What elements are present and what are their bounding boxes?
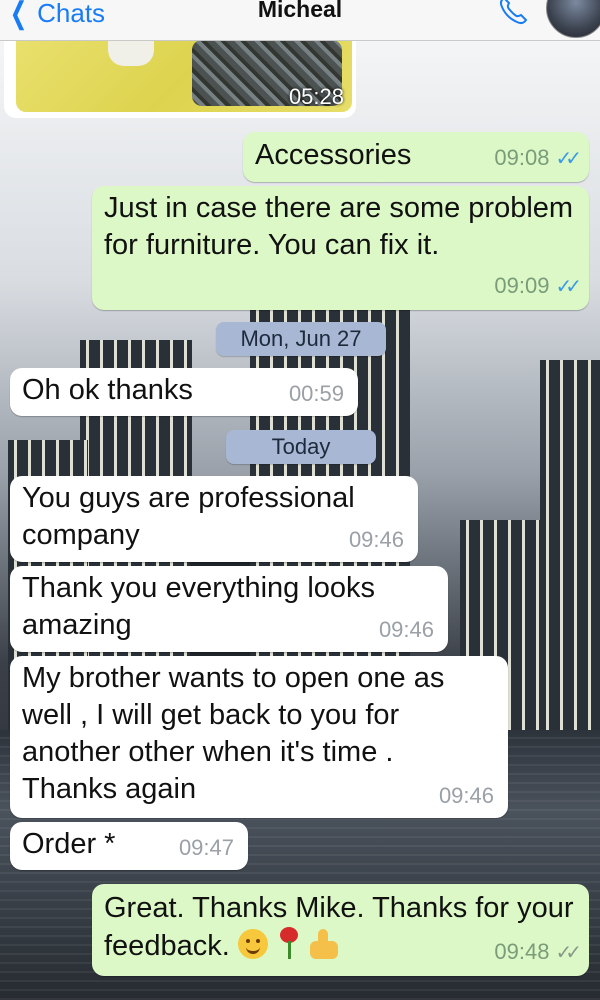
outgoing-message[interactable]: Great. Thanks Mike. Thanks for your feed… [92,884,589,976]
delivered-ticks-icon: ✓✓ [555,942,581,964]
image-message[interactable]: 05:28 [4,40,356,118]
message-time: 09:46 [378,617,434,642]
incoming-message[interactable]: Order * 09:47 [10,822,248,870]
date-separator: Mon, Jun 27 [216,322,386,356]
message-time: 09:08 ✓✓ [494,139,581,178]
message-time: 09:46 [348,527,404,552]
read-ticks-icon: ✓✓ [555,276,581,298]
message-time: 09:48 ✓✓ [494,933,581,972]
outgoing-message[interactable]: Just in case there are some problem for … [92,186,589,310]
chat-header: ❮ Chats Micheal [0,0,600,41]
message-time: 09:09 ✓✓ [494,267,581,306]
thumbs-up-emoji [309,929,338,959]
message-time-text: 09:48 [494,939,550,964]
message-time-text: 09:09 [494,273,550,298]
incoming-message[interactable]: My brother wants to open one as well , I… [10,656,508,818]
message-time-text: 09:08 [494,145,550,170]
incoming-message[interactable]: Thank you everything looks amazing 09:46 [10,566,448,652]
photo-cup [108,40,154,66]
contact-avatar[interactable] [546,0,600,38]
message-time: 09:47 [178,835,234,860]
message-time: 00:59 [288,381,344,406]
message-time: 05:28 [288,84,344,109]
rose-emoji [276,927,302,961]
read-ticks-icon: ✓✓ [555,148,581,170]
smiling-face-emoji [237,929,268,959]
date-separator: Today [226,430,376,464]
incoming-message[interactable]: Oh ok thanks 00:59 [10,368,358,416]
message-text: Just in case there are some problem for … [104,192,574,261]
outgoing-message[interactable]: Accessories 09:08 ✓✓ [243,132,589,182]
incoming-message[interactable]: You guys are professional company 09:46 [10,476,418,562]
phone-icon[interactable] [496,0,530,28]
message-time: 09:46 [438,783,494,808]
message-text: My brother wants to open one as well , I… [22,662,445,805]
